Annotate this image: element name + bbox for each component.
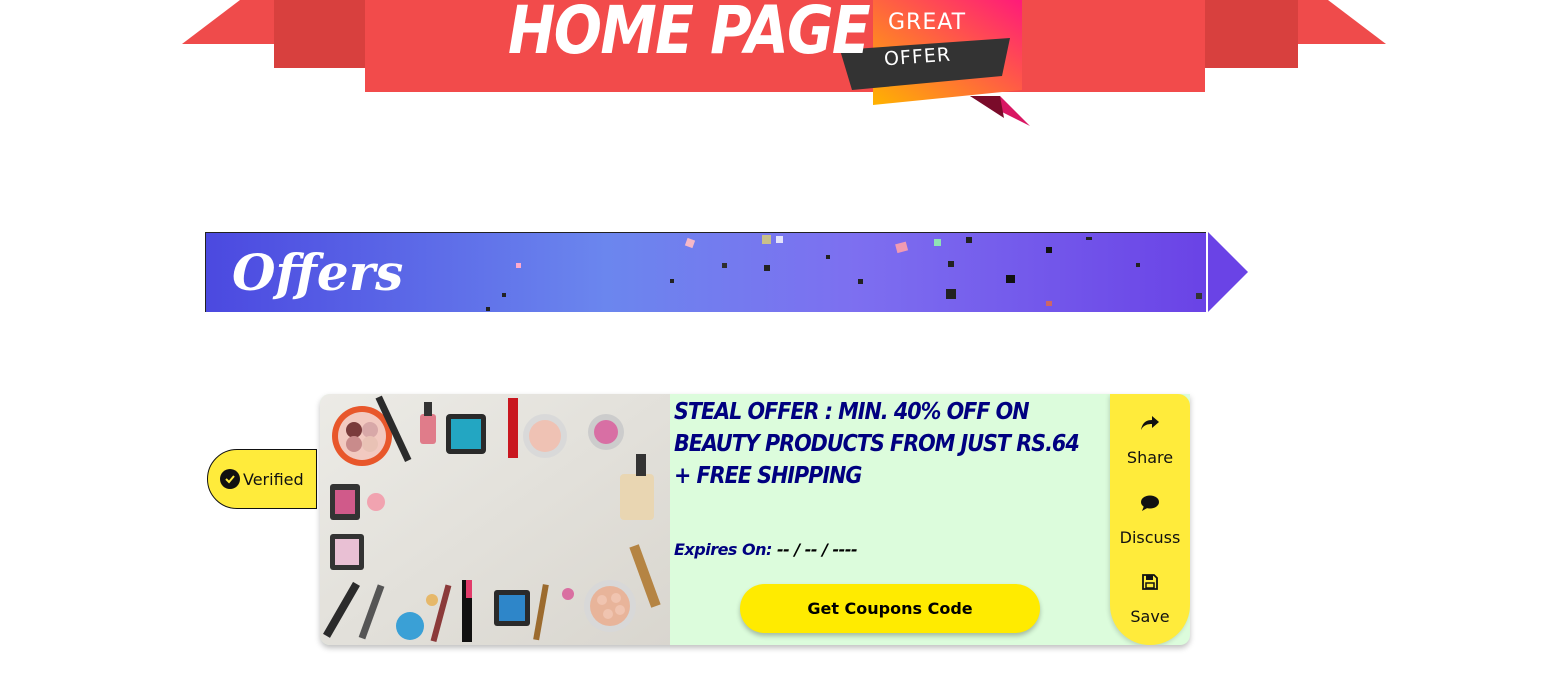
share-button[interactable]: Share	[1110, 414, 1190, 467]
arrow-right-icon	[1208, 232, 1248, 312]
expiry-label: Expires On:	[674, 540, 772, 559]
check-circle-icon	[220, 469, 240, 489]
section-title: Offers	[232, 243, 404, 302]
discuss-button[interactable]: Discuss	[1110, 494, 1190, 547]
share-label: Share	[1126, 448, 1174, 467]
page-title: HOME PAGE	[508, 0, 871, 69]
offers-section-banner: Offers	[205, 232, 1206, 312]
expiry-date: -- / -- / ----	[777, 540, 858, 559]
save-button[interactable]: Save	[1110, 573, 1190, 626]
expiry-info: Expires On: -- / -- / ----	[674, 540, 858, 559]
verified-label: Verified	[243, 469, 304, 489]
verified-badge: Verified	[207, 449, 317, 509]
badge-offer-text: OFFER	[883, 43, 952, 71]
header-ribbon: HOME PAGE GREAT OFFER	[0, 0, 1558, 140]
floppy-disk-icon	[1110, 573, 1190, 593]
share-icon	[1110, 414, 1190, 434]
offer-title: Steal Offer : Min. 40% off on Beauty pro…	[674, 399, 1080, 489]
offer-card: Steal Offer : Min. 40% off on Beauty pro…	[320, 394, 1190, 645]
cosmetics-image	[320, 394, 670, 645]
card-actions-panel: Share Discuss Save	[1110, 394, 1190, 645]
get-coupon-code-button[interactable]: Get Coupons Code	[740, 584, 1040, 633]
save-label: Save	[1130, 607, 1170, 626]
badge-great-text: GREAT	[888, 10, 967, 35]
discuss-label: Discuss	[1119, 528, 1181, 547]
comment-icon	[1110, 494, 1190, 514]
